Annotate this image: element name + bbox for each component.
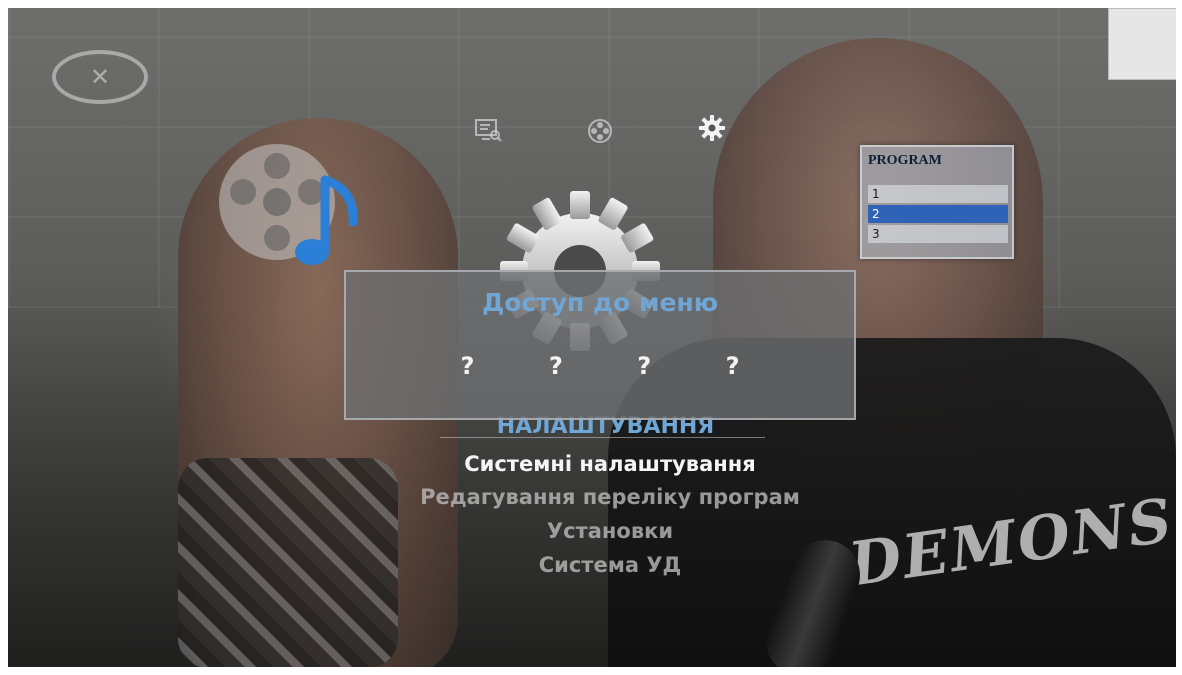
settings-icon[interactable] [698,114,726,149]
pin-digit: ? [637,352,652,380]
tv-guide-icon[interactable] [474,118,502,148]
pin-dialog: Доступ до меню ? ? ? ? [344,270,856,420]
program-list-row-selected: 2 [868,205,1008,223]
menu-divider [440,437,765,438]
pin-input[interactable]: ? ? ? ? [346,352,854,380]
program-list-widget: PROGRAM 1 2 3 [860,145,1014,259]
menu-item-channel-list-edit[interactable]: Редагування переліку програм [340,485,880,509]
pin-digit: ? [725,352,740,380]
media-reel-icon[interactable] [587,118,613,150]
film-reel-music-icon [219,144,358,265]
program-list-row: 3 [868,225,1008,243]
menu-item-system-settings[interactable]: Системні налаштування [340,452,880,476]
program-list-row: 1 [868,185,1008,203]
menu-item-installation[interactable]: Установки [340,519,880,543]
menu-item-parental-control[interactable]: Система УД [340,553,880,577]
pin-dialog-title: Доступ до меню [481,288,719,317]
background-wall-socket [1108,8,1176,80]
pin-digit: ? [460,352,475,380]
pin-digit: ? [548,352,563,380]
channel-logo-icon: ✕ [52,50,148,104]
program-list-title: PROGRAM [868,153,942,168]
